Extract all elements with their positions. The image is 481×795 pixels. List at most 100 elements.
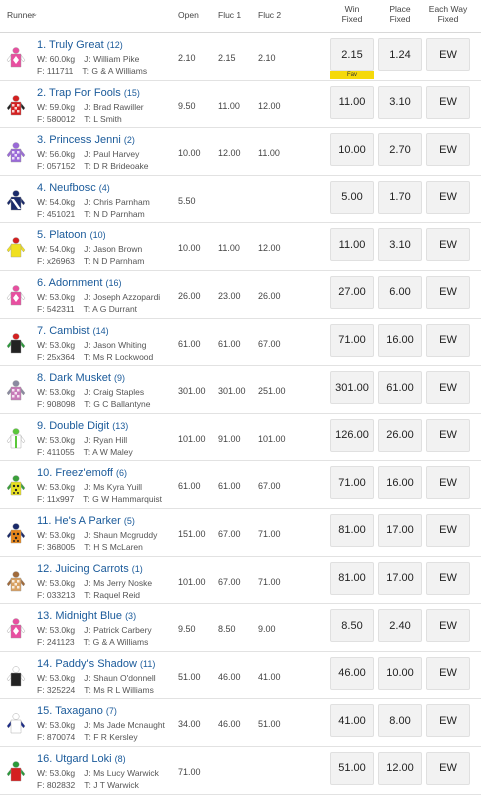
place-fixed-button[interactable]: 8.00	[378, 704, 422, 738]
win-fixed-button[interactable]: 81.00	[330, 561, 374, 595]
runner-name[interactable]: 11. He's A Parker	[37, 515, 121, 527]
open-odds: 9.50	[178, 100, 196, 111]
runner-name-link[interactable]: 4. Neufbosc (4)	[37, 182, 110, 194]
runner-name-link[interactable]: 8. Dark Musket (9)	[37, 372, 125, 384]
place-fixed-button[interactable]: 2.70	[378, 133, 422, 167]
runner-name[interactable]: 15. Taxagano	[37, 705, 103, 717]
place-fixed-button[interactable]: 2.40	[378, 609, 422, 643]
win-fixed-button[interactable]: 51.00	[330, 751, 374, 785]
win-fixed-button[interactable]: 27.00	[330, 275, 374, 309]
runner-name[interactable]: 14. Paddy's Shadow	[37, 658, 137, 670]
each-way-button[interactable]: EW	[426, 228, 470, 262]
barrier-number: (1)	[131, 563, 143, 574]
place-fixed-button[interactable]: 17.00	[378, 561, 422, 595]
place-fixed-button[interactable]: 6.00	[378, 275, 422, 309]
runner-row: 11. He's A Parker (5) W: 53.0kg J: Shaun M…	[0, 509, 481, 557]
runner-name-link[interactable]: 7. Cambist (14)	[37, 325, 109, 337]
trainer: T: A W Maley	[83, 446, 133, 457]
each-way-button[interactable]: EW	[426, 609, 470, 643]
runner-name-link[interactable]: 10. Freez'emoff (6)	[37, 467, 127, 479]
each-way-button[interactable]: EW	[426, 38, 470, 71]
each-way-button[interactable]: EW	[426, 275, 470, 309]
place-fixed-button[interactable]: 16.00	[378, 466, 422, 500]
runner-name[interactable]: 1. Truly Great	[37, 39, 104, 51]
jockey-silks-icon	[6, 142, 26, 164]
runner-name-link[interactable]: 13. Midnight Blue (3)	[37, 610, 136, 622]
win-fixed-button[interactable]: 2.15	[330, 38, 374, 71]
runner-name[interactable]: 5. Platoon	[37, 229, 87, 241]
place-fixed-button[interactable]: 1.70	[378, 180, 422, 214]
runner-name[interactable]: 7. Cambist	[37, 325, 90, 337]
runner-row: 16. Utgard Loki (8) W: 53.0kg J: Ms Lucy W…	[0, 747, 481, 795]
runner-name-link[interactable]: 1. Truly Great (12)	[37, 39, 123, 51]
runner-column-header[interactable]: Runner	[7, 10, 35, 20]
runner-name-link[interactable]: 9. Double Digit (13)	[37, 420, 128, 432]
runner-name-link[interactable]: 14. Paddy's Shadow (11)	[37, 658, 155, 670]
fluc1-odds: 11.00	[218, 243, 240, 254]
win-fixed-button[interactable]: 5.00	[330, 180, 374, 214]
runner-name[interactable]: 8. Dark Musket	[37, 372, 111, 384]
win-fixed-button[interactable]: 11.00	[330, 228, 374, 262]
each-way-button[interactable]: EW	[426, 418, 470, 452]
win-fixed-button[interactable]: 41.00	[330, 704, 374, 738]
each-way-button[interactable]: EW	[426, 323, 470, 357]
win-fixed-button[interactable]: 71.00	[330, 466, 374, 500]
win-fixed-button[interactable]: 11.00	[330, 85, 374, 119]
each-way-button[interactable]: EW	[426, 751, 470, 785]
runner-name[interactable]: 6. Adornment	[37, 277, 102, 289]
runner-name-link[interactable]: 11. He's A Parker (5)	[37, 515, 135, 527]
runner-name-link[interactable]: 6. Adornment (16)	[37, 277, 122, 289]
each-way-button[interactable]: EW	[426, 180, 470, 214]
runner-list: 1. Truly Great (12) W: 60.0kg J: William P…	[0, 33, 481, 795]
win-fixed-button[interactable]: 71.00	[330, 323, 374, 357]
place-fixed-button[interactable]: 3.10	[378, 228, 422, 262]
runner-name-link[interactable]: 15. Taxagano (7)	[37, 705, 117, 717]
runner-name[interactable]: 3. Princess Jenni	[37, 134, 121, 146]
each-way-button[interactable]: EW	[426, 371, 470, 405]
place-fixed-button[interactable]: 61.00	[378, 371, 422, 405]
runner-name[interactable]: 16. Utgard Loki	[37, 753, 112, 765]
win-fixed-button[interactable]: 301.00	[330, 371, 374, 405]
place-fixed-button[interactable]: 17.00	[378, 513, 422, 547]
runner-name[interactable]: 9. Double Digit	[37, 420, 109, 432]
place-fixed-button[interactable]: 26.00	[378, 418, 422, 452]
each-way-button[interactable]: EW	[426, 513, 470, 547]
win-fixed-button[interactable]: 8.50	[330, 609, 374, 643]
runner-meta-line-2: F: 542311 T: A G Durrant	[37, 304, 137, 314]
runner-name[interactable]: 4. Neufbosc	[37, 182, 96, 194]
jockey-silks-icon	[6, 285, 26, 307]
runner-name[interactable]: 13. Midnight Blue	[37, 610, 122, 622]
place-fixed-button[interactable]: 10.00	[378, 656, 422, 690]
place-fixed-button[interactable]: 1.24	[378, 38, 422, 71]
win-fixed-button[interactable]: 81.00	[330, 513, 374, 547]
runner-name-link[interactable]: 5. Platoon (10)	[37, 229, 106, 241]
form: F: 057152	[37, 161, 76, 172]
trainer: T: Ms R Lockwood	[83, 351, 154, 362]
win-fixed-button[interactable]: 126.00	[330, 418, 374, 452]
runner-name[interactable]: 10. Freez'emoff	[37, 467, 113, 479]
runner-name[interactable]: 12. Juicing Carrots	[37, 563, 129, 575]
each-way-button[interactable]: EW	[426, 85, 470, 119]
place-fixed-button[interactable]: 16.00	[378, 323, 422, 357]
each-way-button[interactable]: EW	[426, 656, 470, 690]
form: F: 870074	[37, 732, 76, 743]
each-way-button[interactable]: EW	[426, 466, 470, 500]
fluc2-odds: 251.00	[258, 386, 286, 397]
win-fixed-button[interactable]: 46.00	[330, 656, 374, 690]
runner-meta-line-1: W: 53.0kg J: Jason Whiting	[37, 340, 147, 350]
each-way-button[interactable]: EW	[426, 561, 470, 595]
place-fixed-button[interactable]: 12.00	[378, 751, 422, 785]
each-way-button[interactable]: EW	[426, 133, 470, 167]
runner-name-link[interactable]: 3. Princess Jenni (2)	[37, 134, 135, 146]
place-fixed-button[interactable]: 3.10	[378, 85, 422, 119]
win-fixed-button[interactable]: 10.00	[330, 133, 374, 167]
runner-name-link[interactable]: 12. Juicing Carrots (1)	[37, 563, 143, 575]
runner-name-link[interactable]: 2. Trap For Fools (15)	[37, 87, 140, 99]
fluc1-odds: 23.00	[218, 290, 241, 301]
runner-name[interactable]: 2. Trap For Fools	[37, 87, 121, 99]
fluc2-column-header: Fluc 2	[258, 10, 282, 20]
runner-name-link[interactable]: 16. Utgard Loki (8)	[37, 753, 126, 765]
sort-chevron-icon[interactable]: ⌄	[32, 10, 38, 18]
place-fixed-column-header: Place Fixed	[389, 4, 411, 24]
each-way-button[interactable]: EW	[426, 704, 470, 738]
